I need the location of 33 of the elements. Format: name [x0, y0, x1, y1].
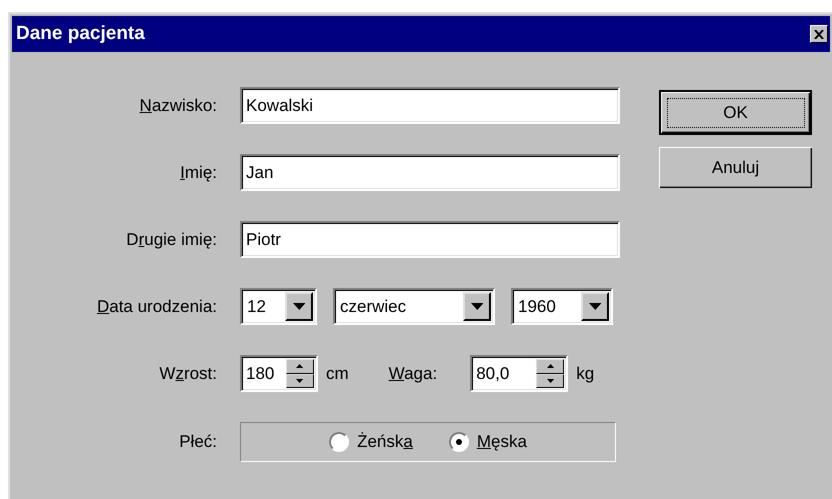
field-label: Nazwisko: [138, 96, 217, 116]
window-title: Dane pacjenta [16, 23, 145, 45]
input-field[interactable]: Jan [240, 154, 620, 191]
dropdown[interactable]: 1960 [511, 288, 613, 325]
input-field[interactable]: Piotr [240, 221, 620, 258]
radio-option[interactable]: Żeńska [329, 432, 413, 452]
down-arrow-icon [546, 378, 554, 383]
field-label: Waga: [388, 364, 438, 384]
spin-field[interactable]: 180 [240, 355, 318, 392]
close-button[interactable] [810, 25, 828, 43]
spin-field[interactable]: 80,0 [470, 355, 568, 392]
dialog-button[interactable]: OK [659, 90, 812, 135]
field-label: Płeć: [178, 432, 217, 452]
unit-label: cm [326, 364, 349, 384]
down-arrow-icon [292, 303, 306, 310]
field-label: Data urodzenia: [96, 296, 217, 316]
radio-option[interactable]: Męska [448, 432, 527, 452]
field-label: Wzrost: [158, 364, 217, 384]
down-arrow-icon [296, 378, 304, 383]
radio-button[interactable] [329, 432, 350, 452]
dropdown[interactable]: czerwiec [333, 288, 495, 325]
unit-label: kg [576, 364, 594, 384]
dialog-button[interactable]: Anuluj [659, 147, 812, 188]
close-icon [814, 30, 824, 38]
radio-button[interactable] [448, 432, 469, 452]
down-arrow-icon [588, 303, 602, 310]
dropdown[interactable]: 12 [240, 288, 317, 325]
up-arrow-icon [546, 364, 554, 368]
input-field[interactable]: Kowalski [240, 87, 620, 124]
down-arrow-icon [470, 303, 484, 310]
field-label: Imię: [179, 162, 217, 182]
up-arrow-icon [296, 364, 304, 368]
field-label: Drugie imię: [125, 230, 217, 250]
